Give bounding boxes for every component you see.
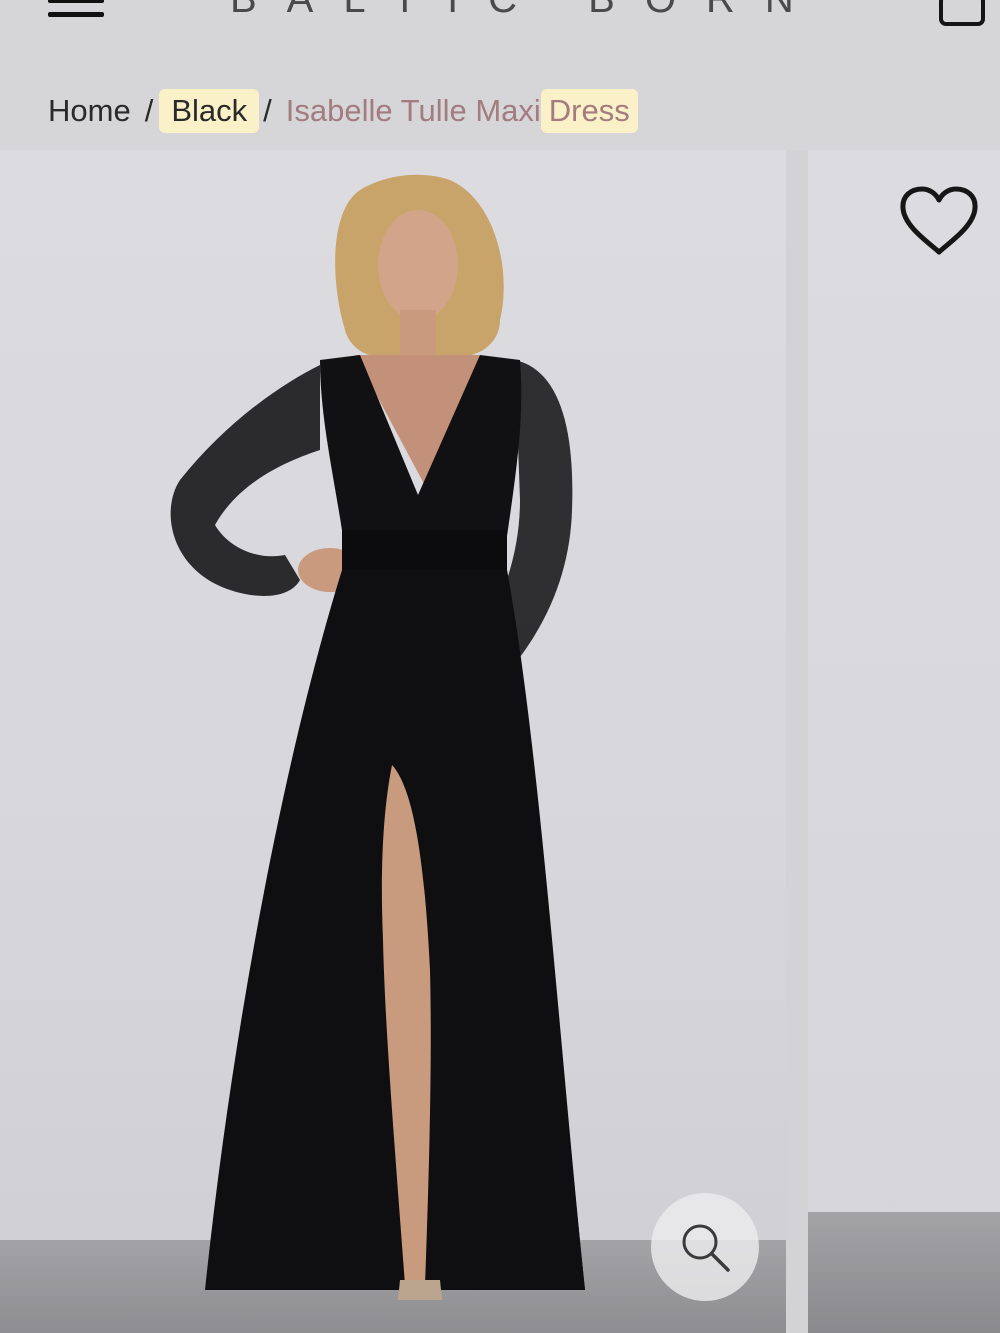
site-header: BALTIC BORN Home / Black / Isabelle Tull… (0, 0, 1000, 150)
breadcrumb-home-link[interactable]: Home (48, 93, 131, 129)
breadcrumb-current-page: Isabelle Tulle Maxi (285, 93, 541, 128)
breadcrumb-separator: / (144, 93, 154, 128)
breadcrumb-current-page-highlight: Dress (540, 89, 638, 133)
product-image-next[interactable] (808, 150, 1000, 1333)
breadcrumb-category-link[interactable]: Black (159, 89, 260, 133)
breadcrumb: Home / Black / Isabelle Tulle Maxi Dress (48, 86, 638, 136)
magnifier-icon (682, 1224, 730, 1272)
brand-logo[interactable]: BALTIC BORN (230, 0, 820, 16)
hamburger-menu-icon[interactable] (48, 0, 104, 20)
product-image-main[interactable] (0, 150, 786, 1333)
zoom-button[interactable] (651, 1193, 759, 1301)
wishlist-heart-icon[interactable] (898, 186, 980, 258)
shopping-bag-icon[interactable] (938, 0, 986, 28)
model-figure (170, 174, 585, 1300)
breadcrumb-separator: / (263, 93, 272, 128)
studio-floor (808, 1212, 1000, 1333)
